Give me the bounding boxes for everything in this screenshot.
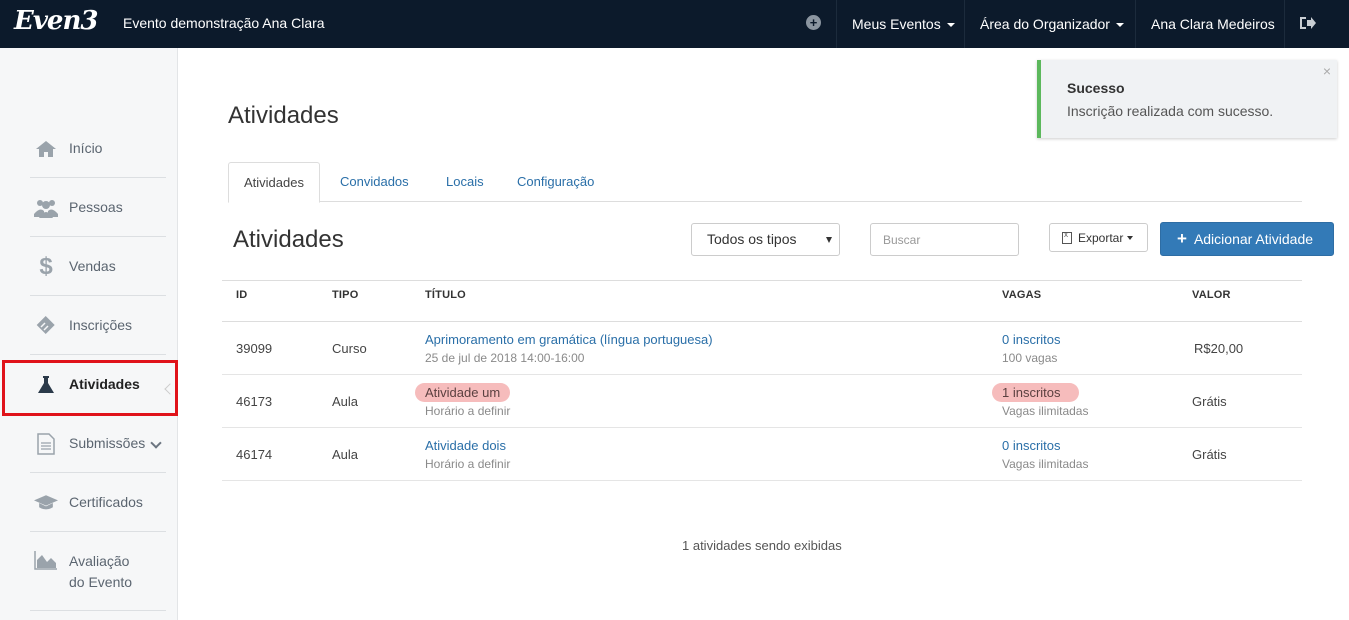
cell-tipo: Curso [332,341,367,356]
type-filter-select[interactable]: Todos os tipos [691,223,840,256]
even3-logo[interactable]: Even3 [14,6,98,36]
cell-id: 46173 [236,394,273,409]
search-input[interactable] [870,223,1019,256]
add-activity-button[interactable]: + Adicionar Atividade [1160,222,1334,256]
sidebar-item-inicio[interactable]: Início [30,120,166,178]
add-circle-icon[interactable]: + [806,15,821,30]
sidebar-item-label: Certificados [69,494,143,510]
cell-valor: Grátis [1192,394,1227,409]
users-icon [34,197,58,219]
caret-down-icon [1115,23,1124,28]
vacancies-text: 100 vagas [1002,351,1058,365]
activity-schedule: Horário a definir [425,457,511,471]
excel-file-icon [1062,230,1072,244]
enrolled-link[interactable]: 0 inscritos [1002,332,1061,347]
graduation-cap-icon [34,492,58,514]
tab-locais[interactable]: Locais [431,162,499,202]
enrolled-link-highlighted[interactable]: 1 inscritos [992,383,1079,402]
sidebar-item-label: Início [69,140,103,156]
tab-convidados[interactable]: Convidados [325,162,424,202]
sidebar-item-vendas[interactable]: $ Vendas [30,238,166,296]
plus-icon: + [1177,229,1187,248]
cell-tipo: Aula [332,447,359,462]
highlight-mark: 1 inscritos [992,383,1079,402]
nav-user-name[interactable]: Ana Clara Medeiros [1136,0,1290,48]
export-button[interactable]: Exportar [1049,223,1148,252]
tab-atividades[interactable]: Atividades [228,162,320,203]
caret-down-icon [1127,235,1134,240]
tab-bar: Atividades Convidados Locais Configuraçã… [228,162,1302,203]
sidebar-item-inscricoes[interactable]: Inscrições [30,297,166,355]
section-title: Atividades [233,226,344,253]
column-header-valor: VALOR [1192,289,1231,301]
column-header-titulo: TÍTULO [425,289,466,301]
area-chart-icon [34,549,58,571]
cell-valor: Grátis [1192,447,1227,462]
sidebar-item-label: Submissões [69,435,146,451]
sidebar-item-label: Inscrições [69,317,133,333]
top-navbar: Even3 Evento demonstração Ana Clara + Me… [0,0,1349,48]
table-header: ID TIPO TÍTULO VAGAS VALOR [222,280,1302,322]
event-title[interactable]: Evento demonstração Ana Clara [123,15,325,31]
vacancies-text: Vagas ilimitadas [1002,404,1089,418]
document-icon [34,432,58,455]
active-highlight-outline [2,360,178,416]
activities-table: ID TIPO TÍTULO VAGAS VALOR 39099 Curso A… [222,280,1302,481]
vacancies-text: Vagas ilimitadas [1002,457,1089,471]
activity-title-link-highlighted[interactable]: Atividade um [415,383,511,402]
close-icon[interactable]: × [1323,63,1331,79]
table-row: 46174 Aula Atividade dois Horário a defi… [222,428,1302,481]
column-header-id: ID [236,289,248,301]
toast-title: Sucesso [1067,80,1125,96]
page-title: Atividades [228,102,339,129]
dollar-icon: $ [39,252,53,280]
sidebar-item-avaliacao[interactable]: Avaliação do Evento [30,533,166,611]
activity-schedule: 25 de jul de 2018 14:00-16:00 [425,351,585,365]
logout-icon[interactable] [1299,15,1317,31]
cell-id: 39099 [236,341,273,356]
cell-tipo: Aula [332,394,359,409]
toast-message: Inscrição realizada com sucesso. [1067,103,1274,119]
nav-area-organizador[interactable]: Área do Organizador [965,0,1139,48]
cell-valor: R$20,00 [1194,341,1244,356]
highlight-mark: Atividade um [415,383,511,402]
chevron-down-icon[interactable] [150,437,162,449]
sidebar-item-certificados[interactable]: Certificados [30,474,166,532]
tab-configuracao[interactable]: Configuração [502,162,609,202]
sidebar-item-label: Pessoas [69,199,123,215]
success-toast: Sucesso Inscrição realizada com sucesso.… [1037,60,1337,138]
activity-schedule: Horário a definir [425,404,511,418]
ticket-icon [34,315,58,337]
sidebar-item-label: Avaliação do Evento [69,552,133,590]
sidebar-item-pessoas[interactable]: Pessoas [30,179,166,237]
activity-title-link[interactable]: Aprimoramento em gramática (língua portu… [425,332,713,347]
column-header-vagas: VAGAS [1002,289,1042,301]
caret-down-icon [946,23,955,28]
enrolled-link[interactable]: 0 inscritos [1002,438,1061,453]
activity-title-link[interactable]: Atividade dois [425,438,506,453]
caret-down-icon [826,237,832,243]
column-header-tipo: TIPO [332,289,359,301]
nav-meus-eventos[interactable]: Meus Eventos [837,0,970,48]
cell-id: 46174 [236,447,273,462]
results-count: 1 atividades sendo exibidas [682,538,842,553]
sidebar-item-label: Vendas [69,258,116,274]
table-row: 46173 Aula Atividade um Horário a defini… [222,375,1302,428]
table-row: 39099 Curso Aprimoramento em gramática (… [222,322,1302,375]
nav-divider [1284,0,1285,48]
sidebar-item-submissoes[interactable]: Submissões [30,415,166,473]
home-icon [34,138,58,160]
